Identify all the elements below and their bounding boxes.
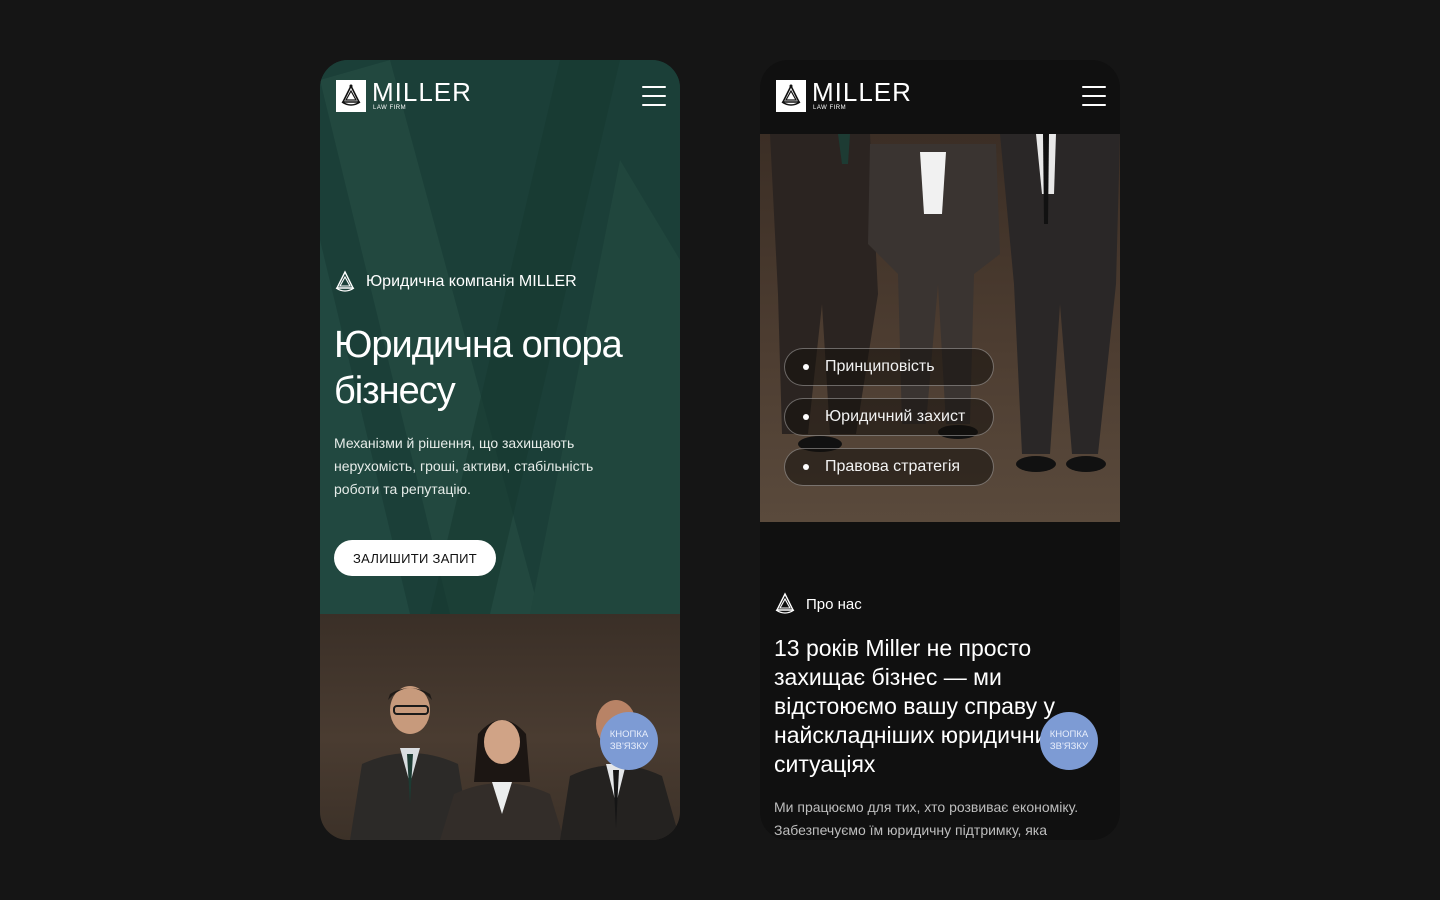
logo-name: MILLER xyxy=(812,77,912,107)
logo-subtitle: LAW FIRM xyxy=(813,105,847,111)
value-pill-label: Принциповість xyxy=(825,358,935,375)
contact-button[interactable]: КНОПКА ЗВ'ЯЗКУ xyxy=(1040,712,1098,770)
value-pill-legal-strategy: Правова стратегія xyxy=(784,448,994,486)
hero-description: Механізми й рішення, що захищають нерухо… xyxy=(334,435,594,497)
logo-text: MILLER LAW FIRM xyxy=(812,77,912,112)
bullet-dot-icon xyxy=(803,414,809,420)
scales-icon xyxy=(775,592,795,614)
mobile-screen-about: MILLER LAW FIRM Принциповість Юридичний … xyxy=(760,60,1120,840)
about-eyebrow-label: Про нас xyxy=(806,595,862,613)
scales-icon xyxy=(335,270,355,292)
value-pill-label: Правова стратегія xyxy=(825,458,961,475)
about-title: 13 років Miller не просто захищає бізнес… xyxy=(774,635,1059,777)
menu-icon[interactable] xyxy=(1082,86,1106,106)
about-eyebrow: Про нас xyxy=(774,592,862,616)
header: MILLER LAW FIRM xyxy=(760,60,1120,134)
hero-eyebrow: Юридична компанія MILLER xyxy=(334,270,577,294)
logo[interactable]: MILLER LAW FIRM xyxy=(336,77,472,112)
menu-icon[interactable] xyxy=(642,86,666,106)
value-pill-label: Юридичний захист xyxy=(825,408,966,425)
logo[interactable]: MILLER LAW FIRM xyxy=(776,77,912,112)
bullet-dot-icon xyxy=(803,364,809,370)
contact-button[interactable]: КНОПКА ЗВ'ЯЗКУ xyxy=(600,712,658,770)
header: MILLER LAW FIRM xyxy=(320,60,680,134)
mobile-screen-home: MILLER LAW FIRM Юридична компанія MILLER… xyxy=(320,60,680,840)
logo-name: MILLER xyxy=(372,77,472,107)
logo-text: MILLER LAW FIRM xyxy=(372,77,472,112)
hero-title: Юридична опора бізнесу xyxy=(334,324,623,412)
logo-scales-icon xyxy=(336,80,366,112)
logo-subtitle: LAW FIRM xyxy=(373,105,407,111)
bullet-dot-icon xyxy=(803,464,809,470)
hero-eyebrow-label: Юридична компанія MILLER xyxy=(366,273,577,290)
leave-request-button[interactable]: ЗАЛИШИТИ ЗАПИТ xyxy=(334,540,497,576)
value-pill-legal-protection: Юридичний захист xyxy=(784,398,994,436)
logo-scales-icon xyxy=(776,80,806,112)
about-description: Ми працюємо для тих, хто розвиває економ… xyxy=(774,799,1079,838)
value-pill-principles: Принциповість xyxy=(784,348,994,386)
